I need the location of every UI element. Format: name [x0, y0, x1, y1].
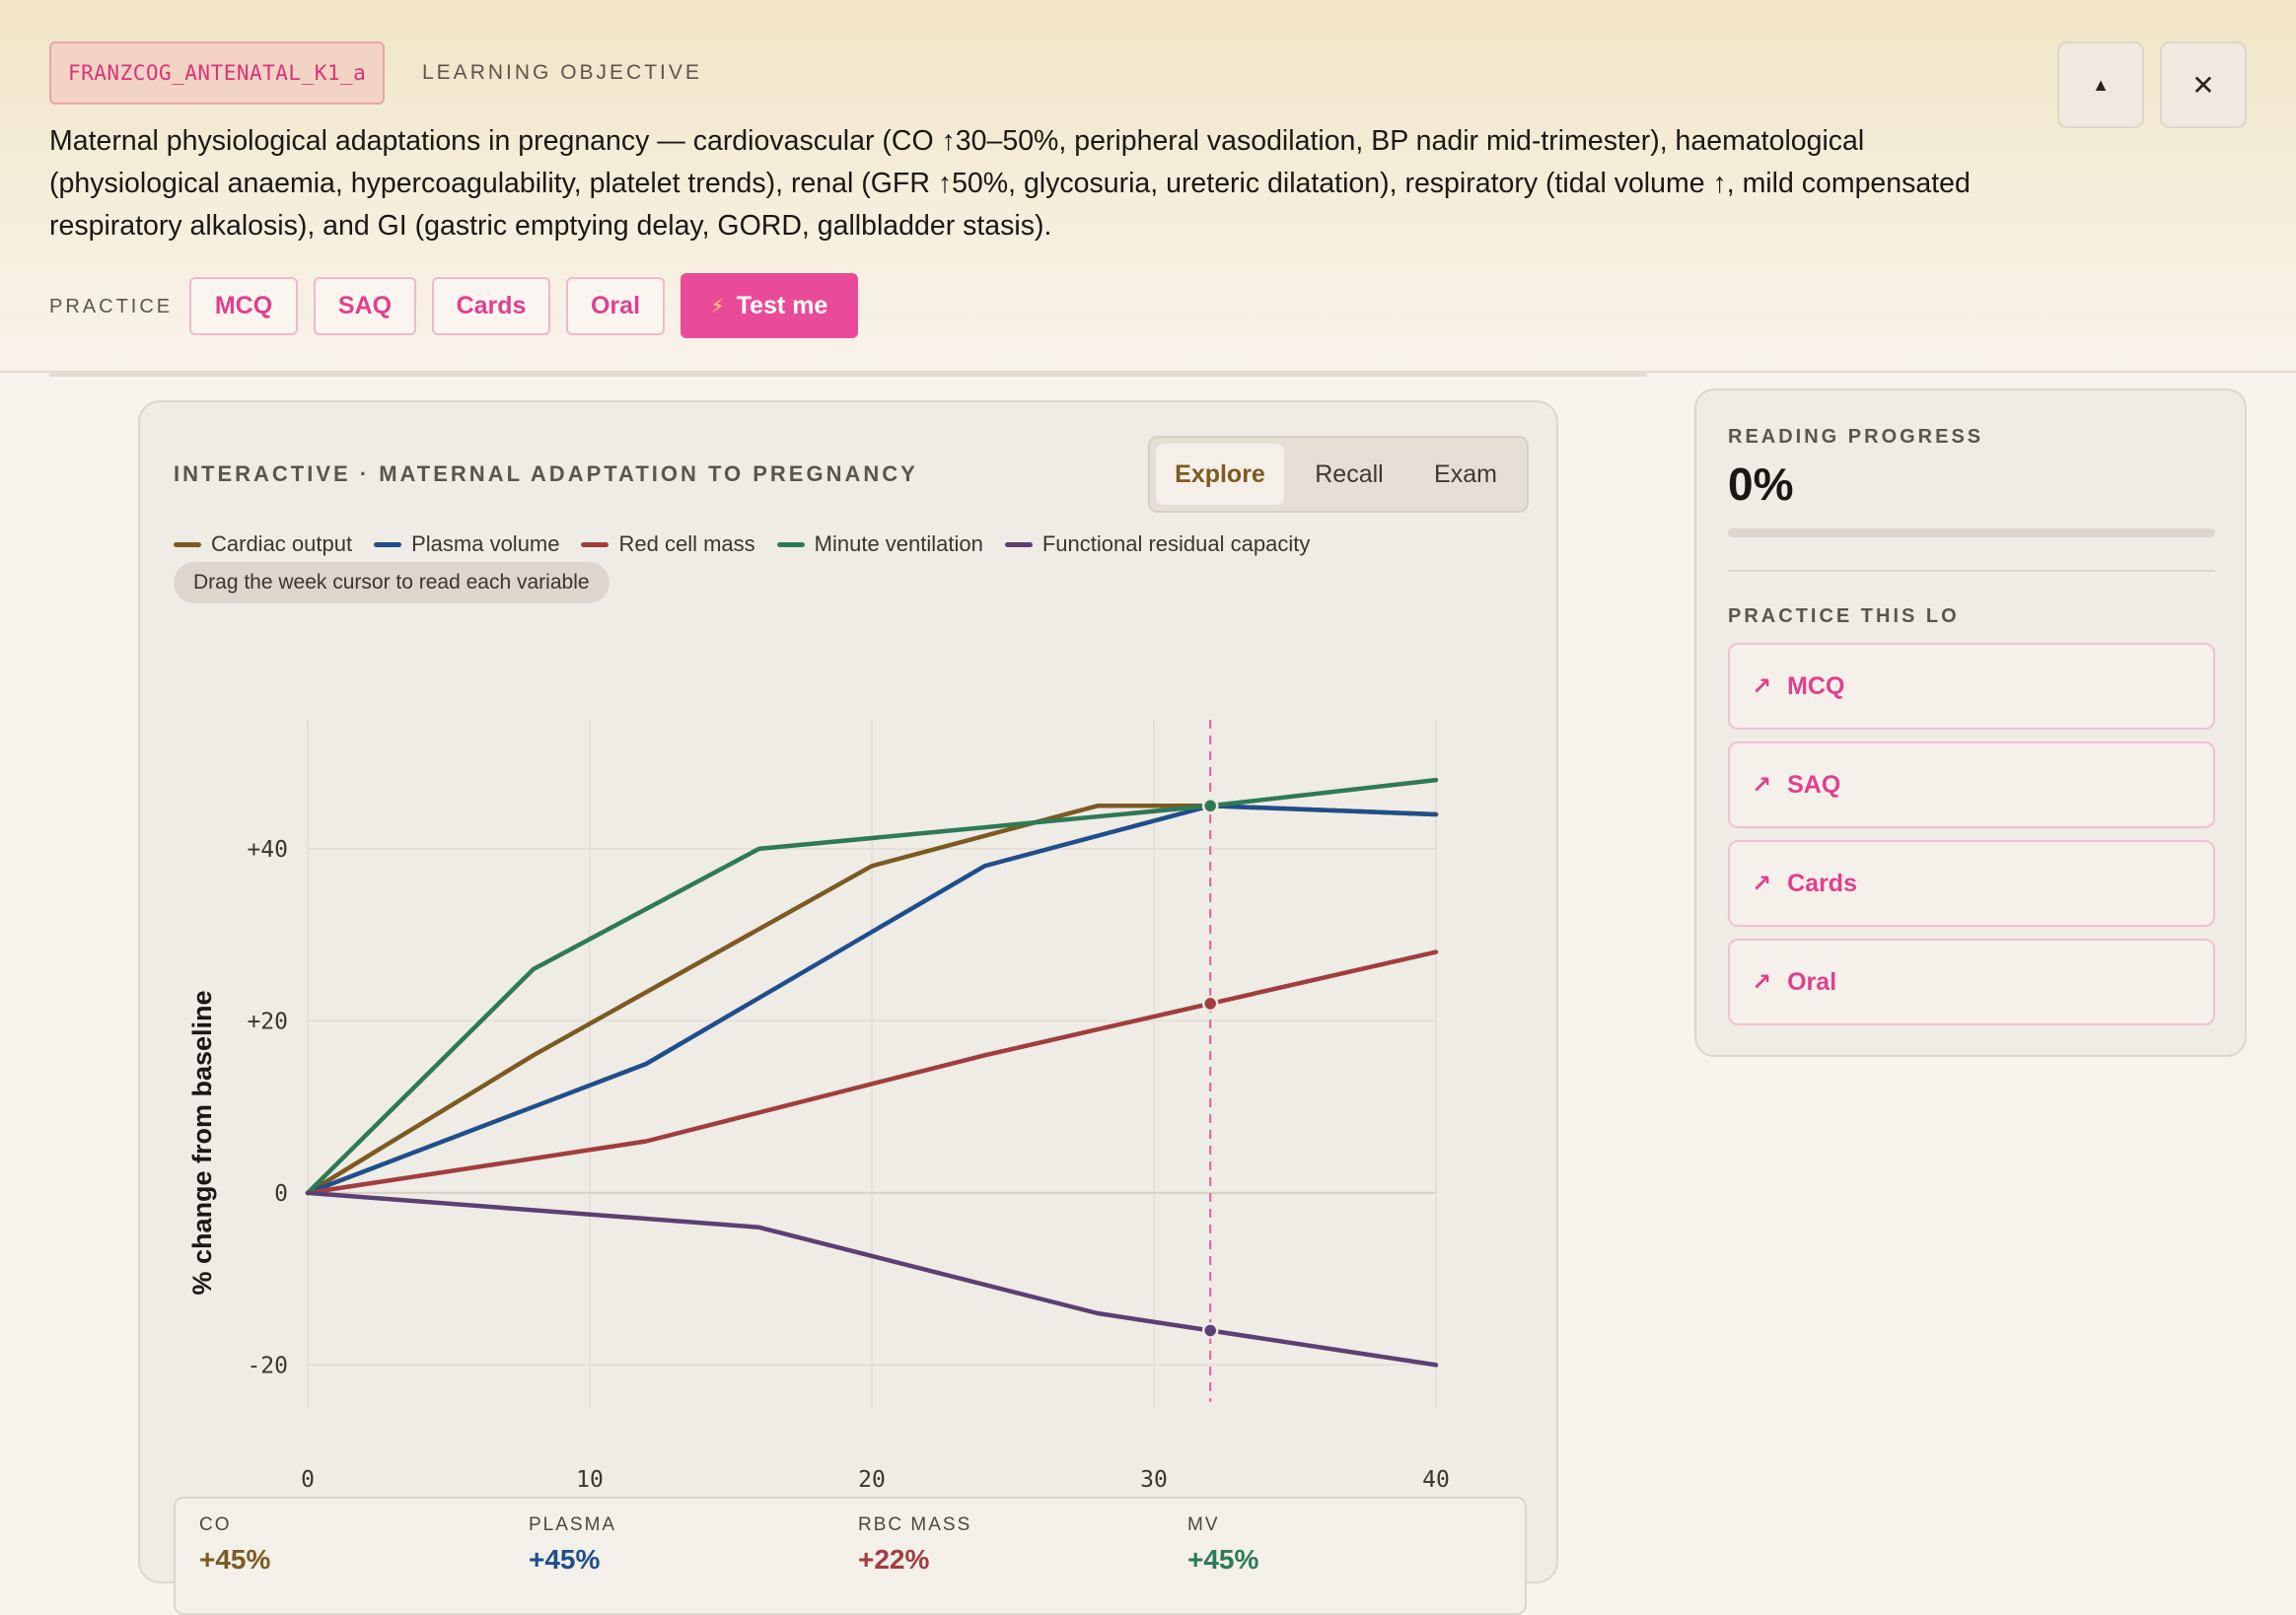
interactive-chart-card: INTERACTIVE · MATERNAL ADAPTATION TO PRE…: [138, 400, 1560, 1615]
readout-rbc-mass: RBC MASS +22%: [858, 1514, 971, 1576]
sidebar-divider: [1728, 570, 2215, 572]
sidebar-link-label: Oral: [1787, 967, 1837, 996]
reading-progress-value: 0%: [1728, 458, 1794, 510]
x-tick-label: 10: [576, 1467, 604, 1493]
y-tick-label: +40: [247, 837, 288, 863]
arrow-up-right-icon: ↗: [1752, 771, 1772, 799]
cursor-marker-4: [1201, 1322, 1219, 1339]
sidebar-panel: READING PROGRESS 0% PRACTICE THIS LO ↗ M…: [1694, 388, 2247, 1057]
lightning-icon: ⚡: [710, 295, 725, 317]
practice-this-lo-label: PRACTICE THIS LO: [1728, 605, 1960, 627]
arrow-up-right-icon: ↗: [1752, 870, 1772, 897]
close-button[interactable]: ✕: [2160, 41, 2247, 128]
sidebar-link-saq[interactable]: ↗ SAQ: [1728, 741, 2215, 828]
readout-label: PLASMA: [529, 1514, 617, 1535]
sidebar-link-mcq[interactable]: ↗ MCQ: [1728, 643, 2215, 730]
learning-objective-header: FRANZCOG_ANTENATAL_K1_a LEARNING OBJECTI…: [0, 0, 2296, 373]
practice-cards-button[interactable]: Cards: [432, 277, 550, 335]
test-me-label: Test me: [736, 291, 828, 319]
readout-co: CO +45%: [199, 1514, 270, 1576]
lo-label: LEARNING OBJECTIVE: [422, 61, 702, 84]
readout-plasma: PLASMA +45%: [529, 1514, 616, 1576]
practice-label: PRACTICE: [49, 296, 174, 317]
readout-label: MV: [1187, 1514, 1220, 1535]
y-tick-label: 0: [274, 1181, 288, 1207]
test-me-button[interactable]: ⚡ Test me: [681, 273, 858, 338]
lo-code-badge: FRANZCOG_ANTENATAL_K1_a: [49, 41, 386, 105]
reading-progress-bar: [1728, 528, 2215, 537]
cursor-marker-2: [1201, 995, 1219, 1013]
readout-value: +45%: [529, 1544, 601, 1575]
readout-value: +45%: [199, 1544, 271, 1575]
arrow-up-right-icon: ↗: [1752, 672, 1772, 700]
header-divider: [49, 372, 1647, 377]
practice-oral-button[interactable]: Oral: [566, 277, 665, 335]
collapse-button[interactable]: ▲: [2057, 41, 2144, 128]
practice-mcq-button[interactable]: MCQ: [189, 277, 298, 335]
x-tick-label: 0: [301, 1467, 315, 1493]
readout-value: +22%: [858, 1544, 930, 1575]
y-tick-label: +20: [247, 1009, 288, 1034]
y-axis-title: % change from baseline: [187, 990, 217, 1295]
readout-value: +45%: [1187, 1544, 1259, 1575]
reading-progress-label: READING PROGRESS: [1728, 426, 1984, 448]
x-tick-label: 30: [1140, 1467, 1168, 1493]
readout-mv: MV +45%: [1187, 1514, 1258, 1576]
sidebar-link-cards[interactable]: ↗ Cards: [1728, 840, 2215, 927]
readout-panel: CO +45% PLASMA +45% RBC MASS +22% MV +45…: [174, 1497, 1527, 1615]
lo-description: Maternal physiological adaptations in pr…: [49, 125, 1971, 242]
sidebar-link-label: Cards: [1787, 869, 1857, 897]
sidebar-link-label: MCQ: [1787, 671, 1845, 700]
cursor-marker-3: [1201, 798, 1219, 814]
close-icon: ✕: [2191, 69, 2215, 101]
y-tick-label: -20: [247, 1353, 288, 1378]
x-tick-label: 40: [1422, 1467, 1450, 1493]
arrow-up-right-icon: ↗: [1752, 968, 1772, 996]
practice-saq-button[interactable]: SAQ: [314, 277, 416, 335]
readout-label: CO: [199, 1514, 232, 1535]
x-tick-label: 20: [858, 1467, 886, 1493]
chevron-up-icon: ▲: [2092, 74, 2110, 95]
sidebar-link-oral[interactable]: ↗ Oral: [1728, 939, 2215, 1025]
sidebar-link-label: SAQ: [1787, 770, 1841, 799]
readout-label: RBC MASS: [858, 1514, 972, 1535]
line-chart[interactable]: 010203040-200+20+40Gestation (weeks)% ch…: [140, 402, 1560, 1497]
